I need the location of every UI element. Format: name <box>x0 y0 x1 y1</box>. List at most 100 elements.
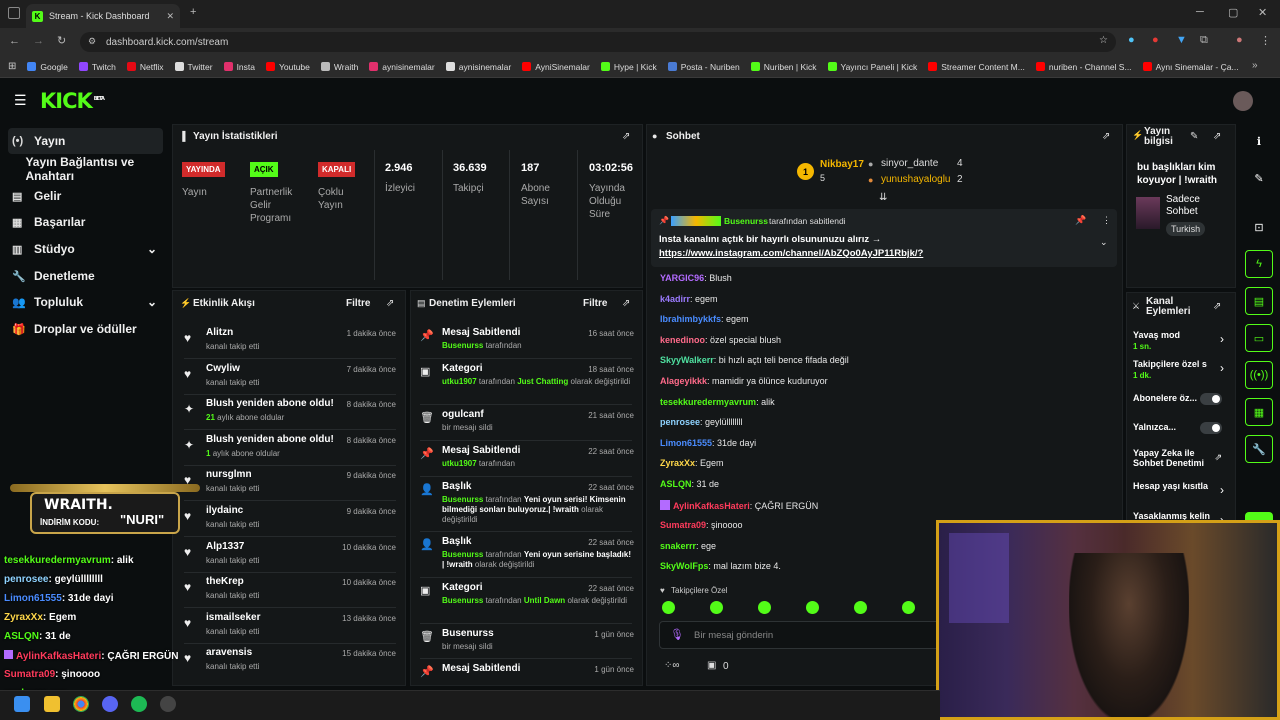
toggle-switch[interactable] <box>1200 393 1222 405</box>
category-thumbnail[interactable] <box>1136 197 1160 229</box>
chat-username[interactable]: Sumatra09 <box>660 520 706 530</box>
extensions-puzzle-icon[interactable]: ⧉ <box>1200 34 1208 47</box>
chat-message[interactable]: Limon61555: 31de dayi <box>660 438 756 448</box>
bookmark-item[interactable]: aynisinemalar <box>445 62 511 72</box>
bookmark-item[interactable]: aynisinemalar <box>369 62 435 72</box>
extension-icon[interactable]: ● <box>1152 34 1159 46</box>
activity-item[interactable]: ♥ nursglmn kanalı takip etti 9 dakika önce <box>178 469 396 503</box>
sidebar-item[interactable]: 👥 Topluluk ⌄ <box>8 289 163 315</box>
sidebar-item[interactable]: 🎁 Droplar ve ödüller <box>8 316 163 342</box>
browser-menu-icon[interactable]: ⋮ <box>1260 34 1271 47</box>
wrench-icon[interactable]: 🔧 <box>1245 435 1273 463</box>
forward-icon[interactable]: → <box>33 35 44 47</box>
gifter-3-name[interactable]: yunushayaloglu <box>881 174 951 185</box>
bookmark-item[interactable]: AyniSinemalar <box>522 62 590 72</box>
bookmark-item[interactable]: Streamer Content M... <box>928 62 1025 72</box>
moderation-item[interactable]: ▣ Kategori 18 saat önce utku1907 tarafından… <box>416 363 634 397</box>
activity-item[interactable]: ♥ Alitzn kanalı takip etti 1 dakika önce <box>178 327 396 361</box>
activity-item[interactable]: ✦ Blush yeniden abone oldu! 21 aylık abone… <box>178 398 396 432</box>
url-field[interactable]: ⚙ dashboard.kick.com/stream ☆ <box>80 32 1116 52</box>
edit-icon[interactable]: ✎ <box>1190 131 1198 142</box>
moderation-item[interactable]: 🗑 Busenurss 1 gün önce bir mesajı sildi <box>416 628 634 662</box>
site-info-icon[interactable]: ⚙ <box>88 36 96 47</box>
spotify-icon[interactable] <box>131 696 147 712</box>
tab-search-icon[interactable] <box>8 7 20 19</box>
moderation-item[interactable]: 👤 Başlık 22 saat önce Busenurss tarafından … <box>416 536 634 570</box>
chevron-down-icon[interactable]: ⌄ <box>147 242 157 256</box>
target-icon[interactable]: ⊡ <box>1245 213 1273 241</box>
chat-icon[interactable]: ▭ <box>1245 324 1273 352</box>
kick-logo[interactable]: KICK BETA <box>40 89 105 113</box>
activity-item[interactable]: ♥ ilydainc kanalı takip etti 9 dakika önce <box>178 505 396 539</box>
browser-tab[interactable]: K Stream - Kick Dashboard ✕ <box>26 4 180 28</box>
chat-message[interactable]: k4adirr: egem <box>660 294 718 304</box>
reload-icon[interactable]: ↻ <box>57 34 66 47</box>
emote-icon[interactable] <box>710 601 723 614</box>
chat-message[interactable]: YARGIC96: Blush <box>660 273 732 283</box>
activity-item[interactable]: ♥ ismailseker kanalı takip etti 13 dakika ö… <box>178 612 396 646</box>
obs-icon[interactable] <box>160 696 176 712</box>
chat-message[interactable]: AylinKafkasHateri: ÇAĞRI ERGÜN <box>660 499 818 511</box>
collapse-icon[interactable]: ⇊ <box>879 192 887 203</box>
bookmark-item[interactable]: Twitch <box>78 62 116 72</box>
language-tag[interactable]: Turkish <box>1166 222 1206 236</box>
sidebar-item[interactable]: ▤ Gelir <box>8 183 163 209</box>
expand-icon[interactable]: ⇗ <box>386 298 394 309</box>
chat-username[interactable]: Ibrahimbykkfs <box>660 314 721 324</box>
chevron-right-icon[interactable]: › <box>1220 483 1224 497</box>
sidebar-item[interactable]: (•) Yayın <box>8 128 163 154</box>
chat-input[interactable]: 🎙 Bir mesaj gönderin <box>659 621 949 649</box>
chat-username[interactable]: SkyyWalkerr <box>660 355 714 365</box>
unpin-icon[interactable]: 📌 <box>1075 215 1086 226</box>
document-icon[interactable]: ▤ <box>1245 287 1273 315</box>
external-link-icon[interactable]: ⇗ <box>1214 452 1222 463</box>
bookmark-star-icon[interactable]: ☆ <box>1099 35 1108 46</box>
expand-icon[interactable]: ⇗ <box>1213 131 1221 142</box>
sidebar-item[interactable]: ▦ Başarılar <box>8 209 163 235</box>
bookmark-item[interactable]: Twitter <box>174 62 213 72</box>
chat-username[interactable]: SkyWolFps <box>660 561 708 571</box>
activity-filter-button[interactable]: Filtre <box>346 298 370 309</box>
chat-message[interactable]: SkyyWalkerr: bi hızlı açtı teli bence fi… <box>660 355 849 365</box>
info-icon[interactable]: ℹ <box>1245 127 1273 155</box>
channel-action-item[interactable]: Yapay Zeka ile Sohbet Denetimi ⇗ <box>1133 448 1230 472</box>
channel-action-item[interactable]: Yavaş mod 1 sn. › <box>1133 330 1230 354</box>
chat-message[interactable]: snakerrr: ege <box>660 541 716 551</box>
chevron-right-icon[interactable]: › <box>1220 332 1224 346</box>
chat-message[interactable]: ASLQN: 31 de <box>660 479 719 489</box>
chat-username[interactable]: snakerrr <box>660 541 696 551</box>
profile-icon[interactable]: ● <box>1236 34 1243 46</box>
chat-message[interactable]: kenedinoo: özel special blush <box>660 335 781 345</box>
bookmark-item[interactable]: Posta - Nuriben <box>667 62 740 72</box>
layout-icon[interactable]: ▦ <box>1245 398 1273 426</box>
top-gifter-name[interactable]: Nikbay17 <box>820 159 864 170</box>
chevron-right-icon[interactable]: › <box>1220 361 1224 375</box>
chat-username[interactable]: YARGIC96 <box>660 273 704 283</box>
close-window-icon[interactable]: ✕ <box>1258 6 1267 19</box>
lightning-icon[interactable]: ϟ <box>1245 250 1273 278</box>
bookmark-item[interactable]: Netflix <box>126 62 164 72</box>
activity-item[interactable]: ♥ Cwyliw kanalı takip etti 7 dakika önce <box>178 363 396 397</box>
chevron-down-icon[interactable]: ⌄ <box>147 295 157 309</box>
bookmark-item[interactable]: Yayıncı Paneli | Kick <box>827 62 917 72</box>
chat-message[interactable]: SkyWolFps: mal lazım bize 4. <box>660 561 781 571</box>
bookmark-item[interactable]: Google <box>27 62 68 72</box>
new-tab-button[interactable]: + <box>190 6 196 18</box>
chrome-icon[interactable] <box>73 696 89 712</box>
channel-action-item[interactable]: Abonelere öz... <box>1133 393 1230 417</box>
emote-icon[interactable] <box>806 601 819 614</box>
more-options-icon[interactable]: ⋮ <box>1102 215 1111 226</box>
expand-icon[interactable]: ⇗ <box>1213 301 1221 312</box>
tab-close-icon[interactable]: ✕ <box>166 11 174 22</box>
discord-icon[interactable] <box>102 696 118 712</box>
chat-message[interactable]: tesekkuredermyavrum: alik <box>660 397 775 407</box>
activity-item[interactable]: ✦ Blush yeniden abone oldu! 1 aylık abone … <box>178 434 396 468</box>
moderation-item[interactable]: 📌 Mesaj Sabitlendi 16 saat önce Busenurss t… <box>416 327 634 361</box>
chat-username[interactable]: tesekkuredermyavrum <box>660 397 756 407</box>
emote-icon[interactable] <box>662 601 675 614</box>
moderation-item[interactable]: 🗑 ogulcanf 21 saat önce bir mesajı sildi <box>416 409 634 443</box>
chat-username[interactable]: penrosee <box>660 417 700 427</box>
apps-grid-icon[interactable]: ⊞ <box>8 61 16 72</box>
bookmark-item[interactable]: Wraith <box>320 62 358 72</box>
chat-username[interactable]: Limon61555 <box>660 438 712 448</box>
